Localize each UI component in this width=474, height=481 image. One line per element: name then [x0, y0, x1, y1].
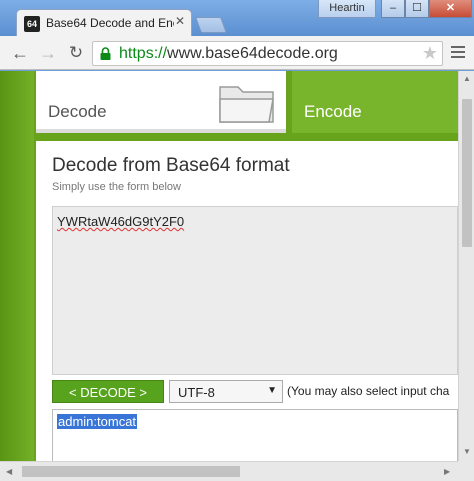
window-close-button[interactable]: ✕ — [429, 0, 472, 18]
decode-button[interactable]: < DECODE > — [52, 380, 164, 403]
output-value: admin:tomcat — [57, 414, 138, 429]
decode-panel: Decode from Base64 format Simply use the… — [36, 141, 458, 461]
reload-button[interactable]: ↻ — [66, 43, 86, 63]
scroll-up-icon[interactable]: ▲ — [463, 74, 471, 83]
charset-hint: (You may also select input cha — [287, 384, 450, 398]
base64-input[interactable]: YWRtaW46dG9tY2F0 — [52, 206, 458, 375]
tab-title: Base64 Decode and Encode — [46, 16, 174, 30]
url-host: www.base64decode.org — [167, 45, 338, 62]
vertical-scrollbar[interactable]: ▲ ▼ — [458, 71, 474, 461]
decoded-output[interactable]: admin:tomcat — [52, 409, 458, 461]
charset-select[interactable]: UTF-8 ▼ — [169, 380, 283, 403]
url-scheme: https:// — [119, 45, 168, 62]
favicon-icon: 64 — [24, 16, 40, 32]
page-subtitle: Simply use the form below — [52, 181, 181, 193]
vertical-scroll-thumb[interactable] — [462, 99, 472, 247]
scrollbar-corner — [458, 461, 474, 481]
chevron-down-icon: ▼ — [267, 385, 277, 396]
tab-encode[interactable]: Encode — [292, 71, 458, 133]
horizontal-scrollbar[interactable]: ◀ ▶ — [0, 461, 458, 481]
new-tab-button[interactable] — [195, 17, 227, 33]
page-viewport: Decode Encode Decode from Base64 format … — [0, 71, 458, 461]
page-title: Decode from Base64 format — [52, 155, 290, 176]
title-bar: 64 Base64 Decode and Encode ✕ Heartin – … — [0, 0, 474, 36]
url-text: https://www.base64decode.org — [119, 45, 338, 63]
input-value: YWRtaW46dG9tY2F0 — [57, 214, 185, 229]
browser-toolbar: ← → ↻ https://www.base64decode.org ★ — [0, 36, 474, 70]
tab-encode-label: Encode — [304, 102, 362, 121]
horizontal-scroll-thumb[interactable] — [22, 466, 240, 477]
star-icon[interactable]: ★ — [422, 43, 438, 64]
forward-button[interactable]: → — [38, 43, 58, 63]
scroll-left-icon[interactable]: ◀ — [6, 467, 12, 476]
scroll-down-icon[interactable]: ▼ — [463, 447, 471, 456]
menu-icon[interactable] — [451, 46, 465, 60]
user-badge[interactable]: Heartin — [318, 0, 376, 18]
charset-value: UTF-8 — [178, 385, 215, 400]
folder-icon — [219, 86, 274, 123]
tab-decode[interactable]: Decode — [36, 71, 286, 133]
maximize-button[interactable]: ☐ — [405, 0, 429, 18]
page-side-stripe — [0, 71, 34, 461]
minimize-button[interactable]: – — [381, 0, 405, 18]
close-icon[interactable]: ✕ — [175, 14, 185, 28]
back-button[interactable]: ← — [10, 43, 30, 63]
lock-icon — [100, 47, 111, 60]
scroll-right-icon[interactable]: ▶ — [444, 467, 450, 476]
tab-decode-label: Decode — [48, 102, 107, 121]
address-bar[interactable]: https://www.base64decode.org ★ — [92, 41, 443, 66]
browser-tab[interactable]: 64 Base64 Decode and Encode ✕ — [16, 9, 192, 36]
